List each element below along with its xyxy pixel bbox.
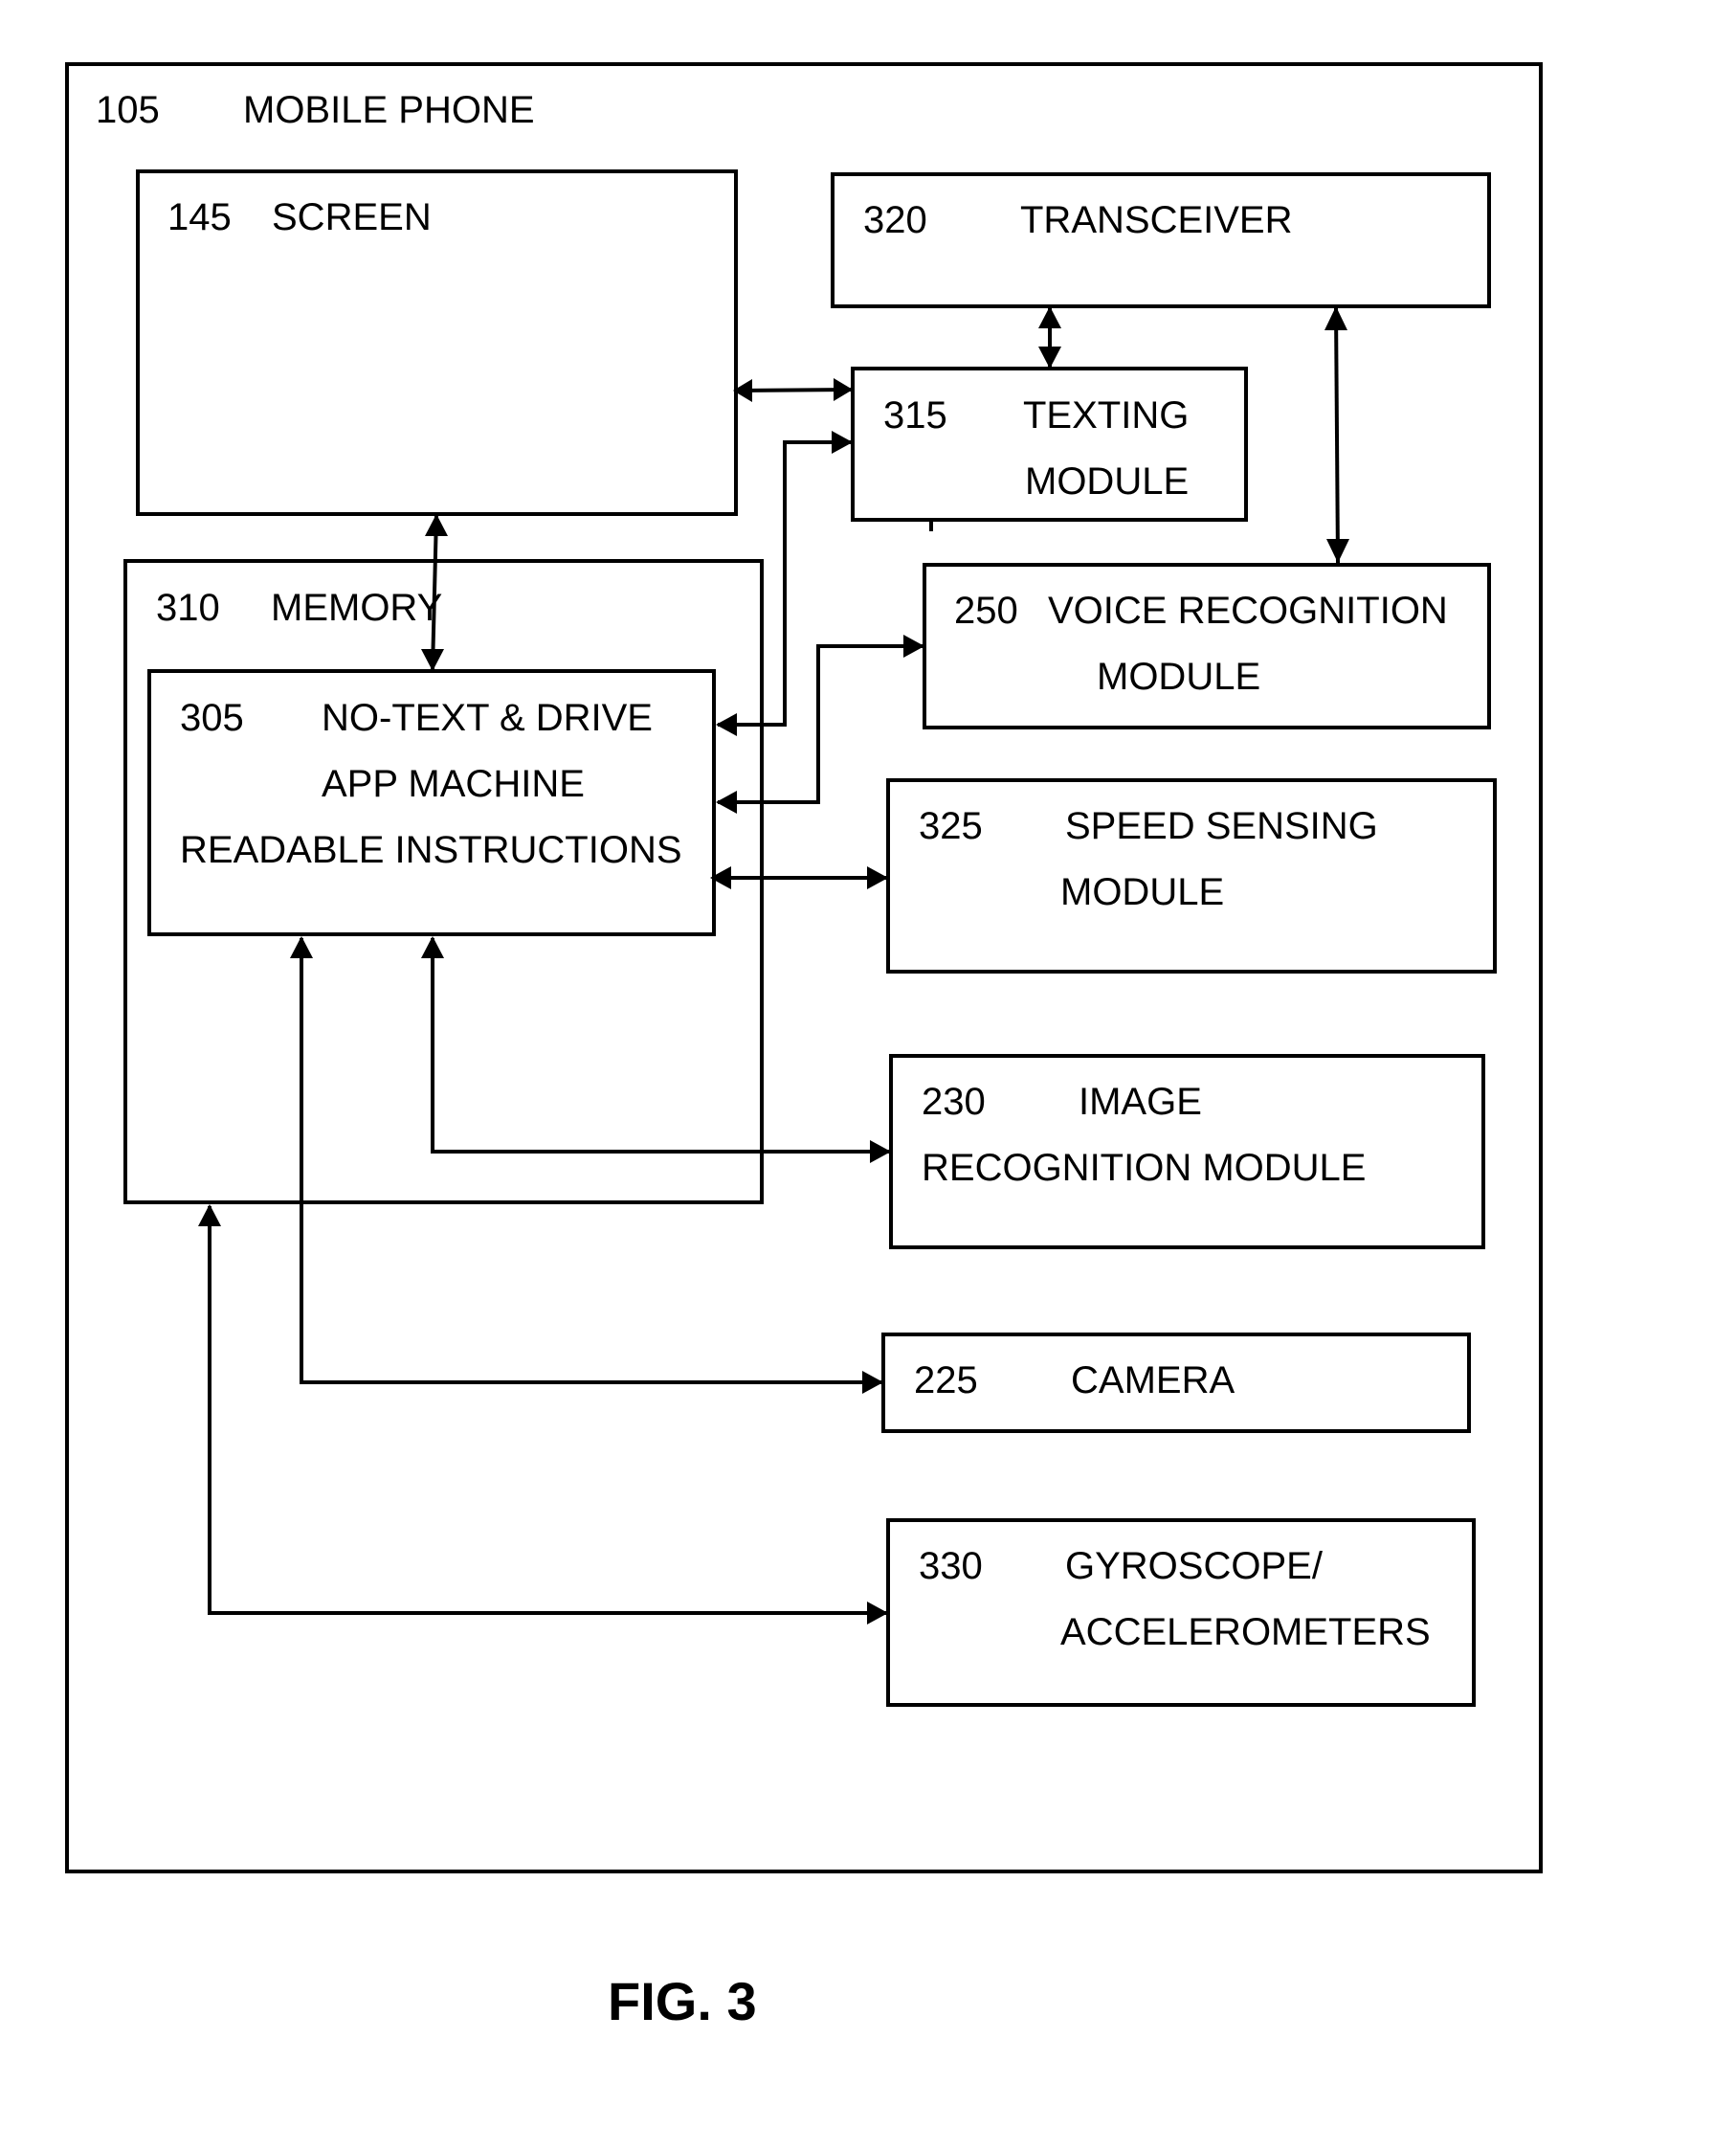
screen-ref: 145 bbox=[167, 196, 232, 238]
speed-line2: MODULE bbox=[1060, 871, 1224, 913]
memory-box bbox=[123, 559, 764, 1204]
memory-label: MEMORY bbox=[271, 587, 442, 629]
connector-app-camera bbox=[290, 936, 883, 1394]
texting-line2: MODULE bbox=[1025, 460, 1189, 503]
camera-label: CAMERA bbox=[1071, 1359, 1235, 1401]
voice-line2: MODULE bbox=[1097, 656, 1260, 698]
transceiver-ref: 320 bbox=[863, 199, 927, 241]
gyro-line1: GYROSCOPE/ bbox=[1065, 1545, 1324, 1587]
image-line2: RECOGNITION MODULE bbox=[922, 1147, 1366, 1189]
app-ref: 305 bbox=[180, 697, 244, 739]
speed-line1: SPEED SENSING bbox=[1065, 805, 1378, 847]
mobile-phone-ref: 105 bbox=[96, 89, 160, 131]
mobile-phone-box bbox=[65, 62, 1543, 1873]
texting-ref: 315 bbox=[883, 394, 947, 437]
voice-line1: VOICE RECOGNITION bbox=[1048, 590, 1448, 632]
mobile-phone-label: MOBILE PHONE bbox=[243, 89, 535, 131]
connector-transceiver-voice bbox=[1324, 306, 1349, 564]
figure-label: FIG. 3 bbox=[608, 1971, 757, 2031]
voice-ref: 250 bbox=[954, 590, 1018, 632]
gyro-ref: 330 bbox=[919, 1545, 983, 1587]
transceiver-label: TRANSCEIVER bbox=[1020, 199, 1293, 241]
image-line1: IMAGE bbox=[1079, 1081, 1202, 1123]
app-line3: READABLE INSTRUCTIONS bbox=[180, 829, 682, 871]
app-line1: NO-TEXT & DRIVE bbox=[322, 697, 653, 739]
block-diagram: 105 MOBILE PHONE 145 SCREEN 320 TRANSCEI… bbox=[65, 62, 1543, 2031]
image-ref: 230 bbox=[922, 1081, 986, 1123]
texting-line1: TEXTING bbox=[1023, 394, 1189, 437]
connector-screen-texting bbox=[733, 378, 853, 402]
screen-label: SCREEN bbox=[272, 196, 432, 238]
connector-transceiver-texting bbox=[1038, 306, 1061, 369]
connector-app-speed bbox=[710, 866, 888, 889]
camera-ref: 225 bbox=[914, 1359, 978, 1401]
memory-ref: 310 bbox=[156, 587, 220, 629]
gyro-line2: ACCELEROMETERS bbox=[1060, 1611, 1431, 1653]
speed-ref: 325 bbox=[919, 805, 983, 847]
app-line2: APP MACHINE bbox=[322, 763, 585, 805]
connector-app-image bbox=[421, 936, 891, 1163]
